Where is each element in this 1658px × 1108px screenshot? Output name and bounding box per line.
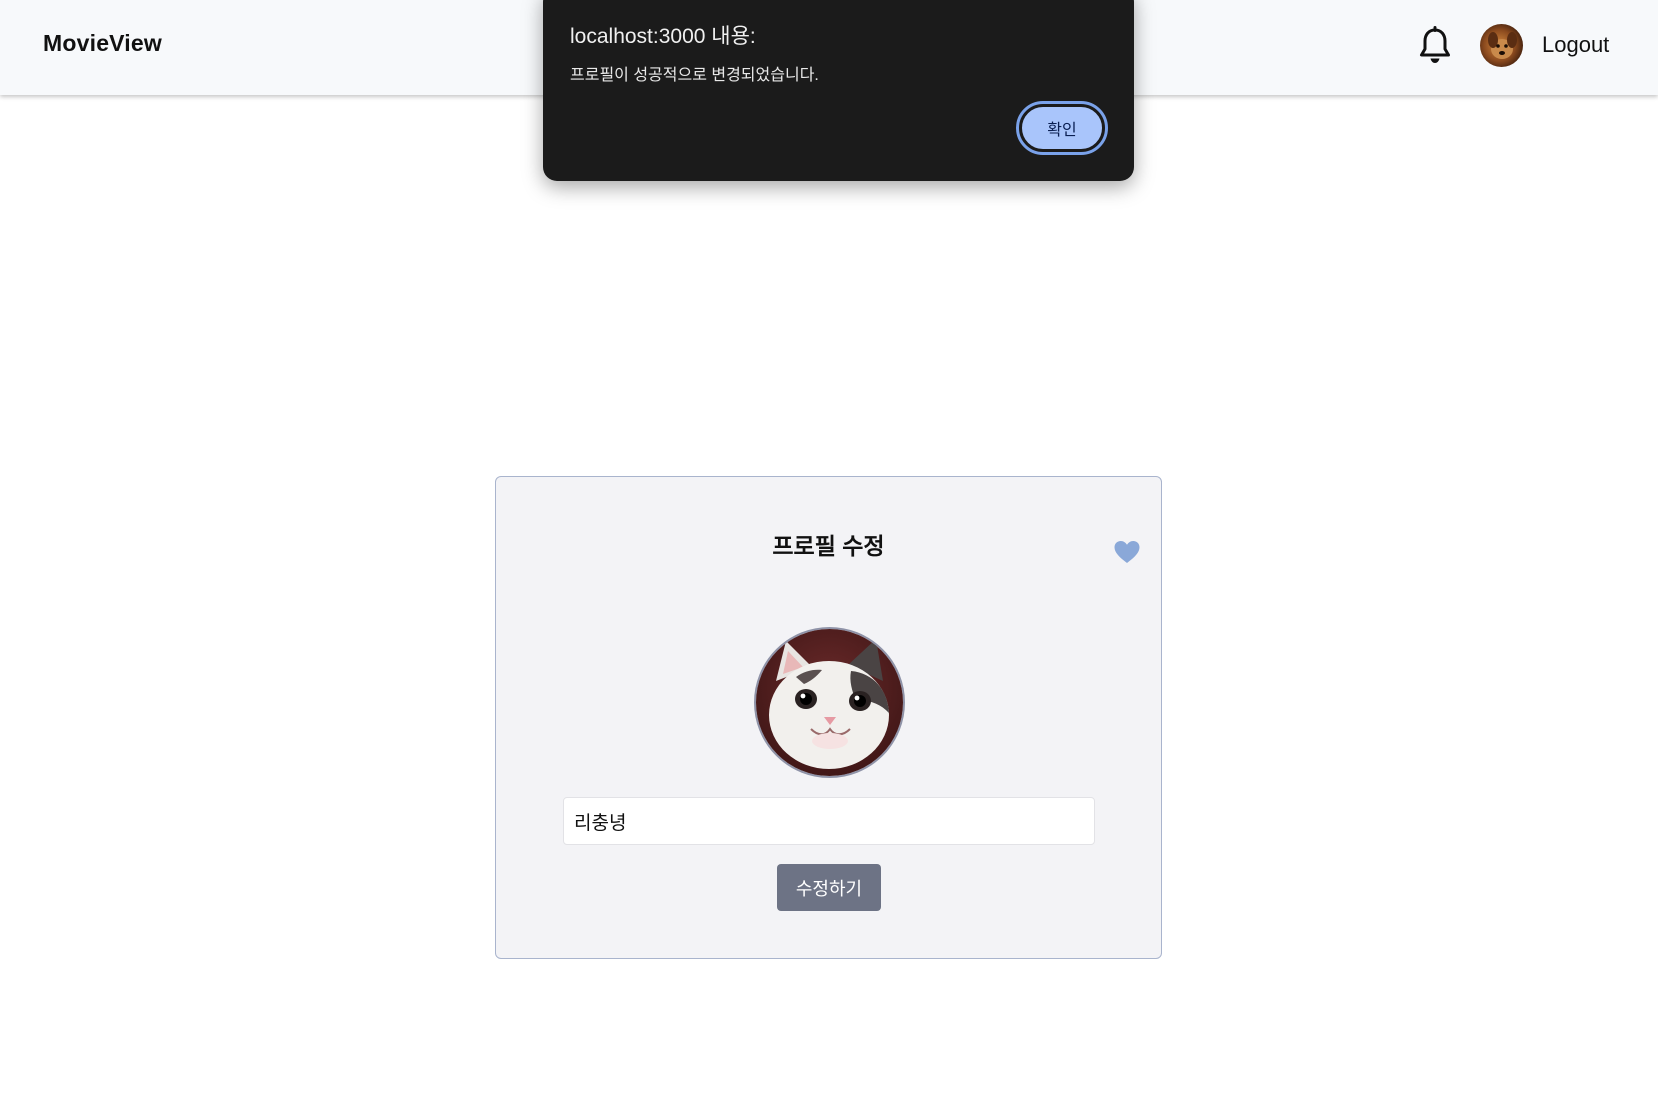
logout-link[interactable]: Logout bbox=[1542, 32, 1609, 58]
profile-edit-card: 프로필 수정 리충녕 수정하기 bbox=[495, 476, 1162, 959]
alert-message: 프로필이 성공적으로 변경되었습니다. bbox=[570, 67, 819, 84]
user-avatar[interactable] bbox=[1480, 24, 1523, 67]
heart-icon[interactable] bbox=[1113, 539, 1141, 565]
profile-photo[interactable] bbox=[754, 627, 905, 778]
alert-ok-button[interactable]: 확인 bbox=[1016, 101, 1108, 155]
brand-logo[interactable]: MovieView bbox=[43, 30, 162, 57]
alert-dialog: localhost:3000 내용: 프로필이 성공적으로 변경되었습니다. 확… bbox=[543, 0, 1134, 181]
edit-submit-button[interactable]: 수정하기 bbox=[777, 864, 881, 911]
card-title: 프로필 수정 bbox=[772, 533, 885, 559]
nickname-input[interactable] bbox=[563, 797, 1095, 845]
alert-title: localhost:3000 내용: bbox=[570, 25, 756, 48]
bell-icon[interactable] bbox=[1418, 26, 1452, 66]
